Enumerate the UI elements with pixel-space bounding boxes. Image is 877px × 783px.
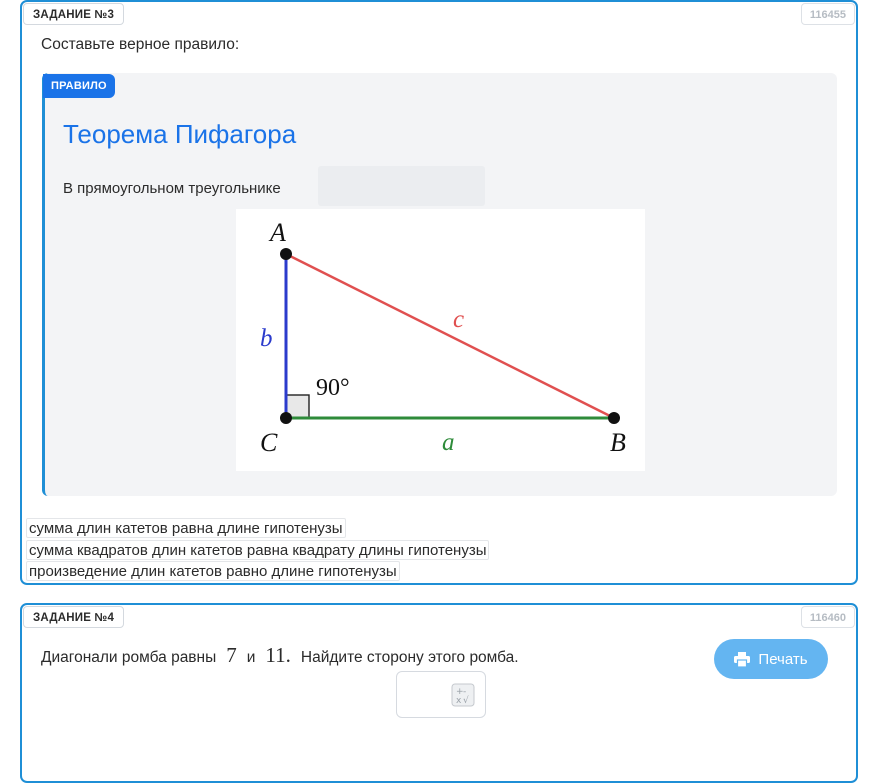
side-b-label: b: [260, 325, 273, 352]
triangle-figure: A C B b a c 90°: [236, 209, 645, 471]
rule-text: В прямоугольном треугольнике: [63, 180, 281, 197]
task-number-label: ЗАДАНИЕ №3: [23, 3, 125, 25]
vertex-c-point: [280, 412, 292, 424]
print-button-label: Печать: [758, 650, 808, 668]
task-header: ЗАДАНИЕ №4 116460: [22, 605, 856, 631]
calculator-icon[interactable]: + - x √: [451, 683, 475, 707]
answer-option[interactable]: сумма длин катетов равна длине гипотенуз…: [26, 518, 346, 538]
rule-title: Теорема Пифагора: [63, 119, 297, 149]
answer-drop-slot[interactable]: [318, 166, 485, 206]
diagonal-value-1: 7: [226, 643, 237, 667]
answer-option[interactable]: произведение длин катетов равно длине ги…: [26, 561, 400, 581]
task-number-label: ЗАДАНИЕ №4: [23, 606, 125, 628]
task-card-3: ЗАДАНИЕ №3 116455 Составьте верное прави…: [20, 0, 858, 585]
diagonal-value-2: 11.: [265, 643, 291, 667]
answer-input[interactable]: + - x √: [396, 671, 486, 718]
task-id-badge: 116455: [800, 3, 855, 25]
vertex-b-point: [608, 412, 620, 424]
svg-text:x: x: [456, 696, 462, 706]
vertex-a-point: [280, 248, 292, 260]
rule-badge: ПРАВИЛО: [43, 74, 115, 98]
task-id-badge: 116460: [800, 606, 855, 628]
triangle-svg: A C B b a c 90°: [260, 218, 626, 457]
side-a-label: a: [442, 429, 455, 456]
angle-label: 90°: [316, 375, 350, 401]
printer-icon: [734, 651, 751, 667]
prompt-text-part2: Найдите сторону этого ромба.: [300, 649, 519, 666]
vertex-c-label: C: [260, 428, 278, 457]
svg-text:√: √: [463, 695, 469, 706]
task-header: ЗАДАНИЕ №3 116455: [22, 2, 856, 28]
prompt-text-part1: Диагонали ромба равны: [41, 649, 217, 666]
side-c-label: c: [453, 306, 464, 333]
prompt-text-and: и: [246, 649, 256, 666]
vertex-a-label: A: [268, 218, 286, 247]
print-button[interactable]: Печать: [714, 639, 828, 679]
task-prompt: Составьте верное правило:: [41, 36, 240, 53]
task-card-4: ЗАДАНИЕ №4 116460 Диагонали ромба равны …: [20, 603, 858, 783]
vertex-b-label: B: [610, 428, 626, 457]
answer-option[interactable]: сумма квадратов длин катетов равна квадр…: [26, 540, 490, 560]
task-prompt: Диагонали ромба равны 7 и 11. Найдите ст…: [41, 643, 519, 668]
